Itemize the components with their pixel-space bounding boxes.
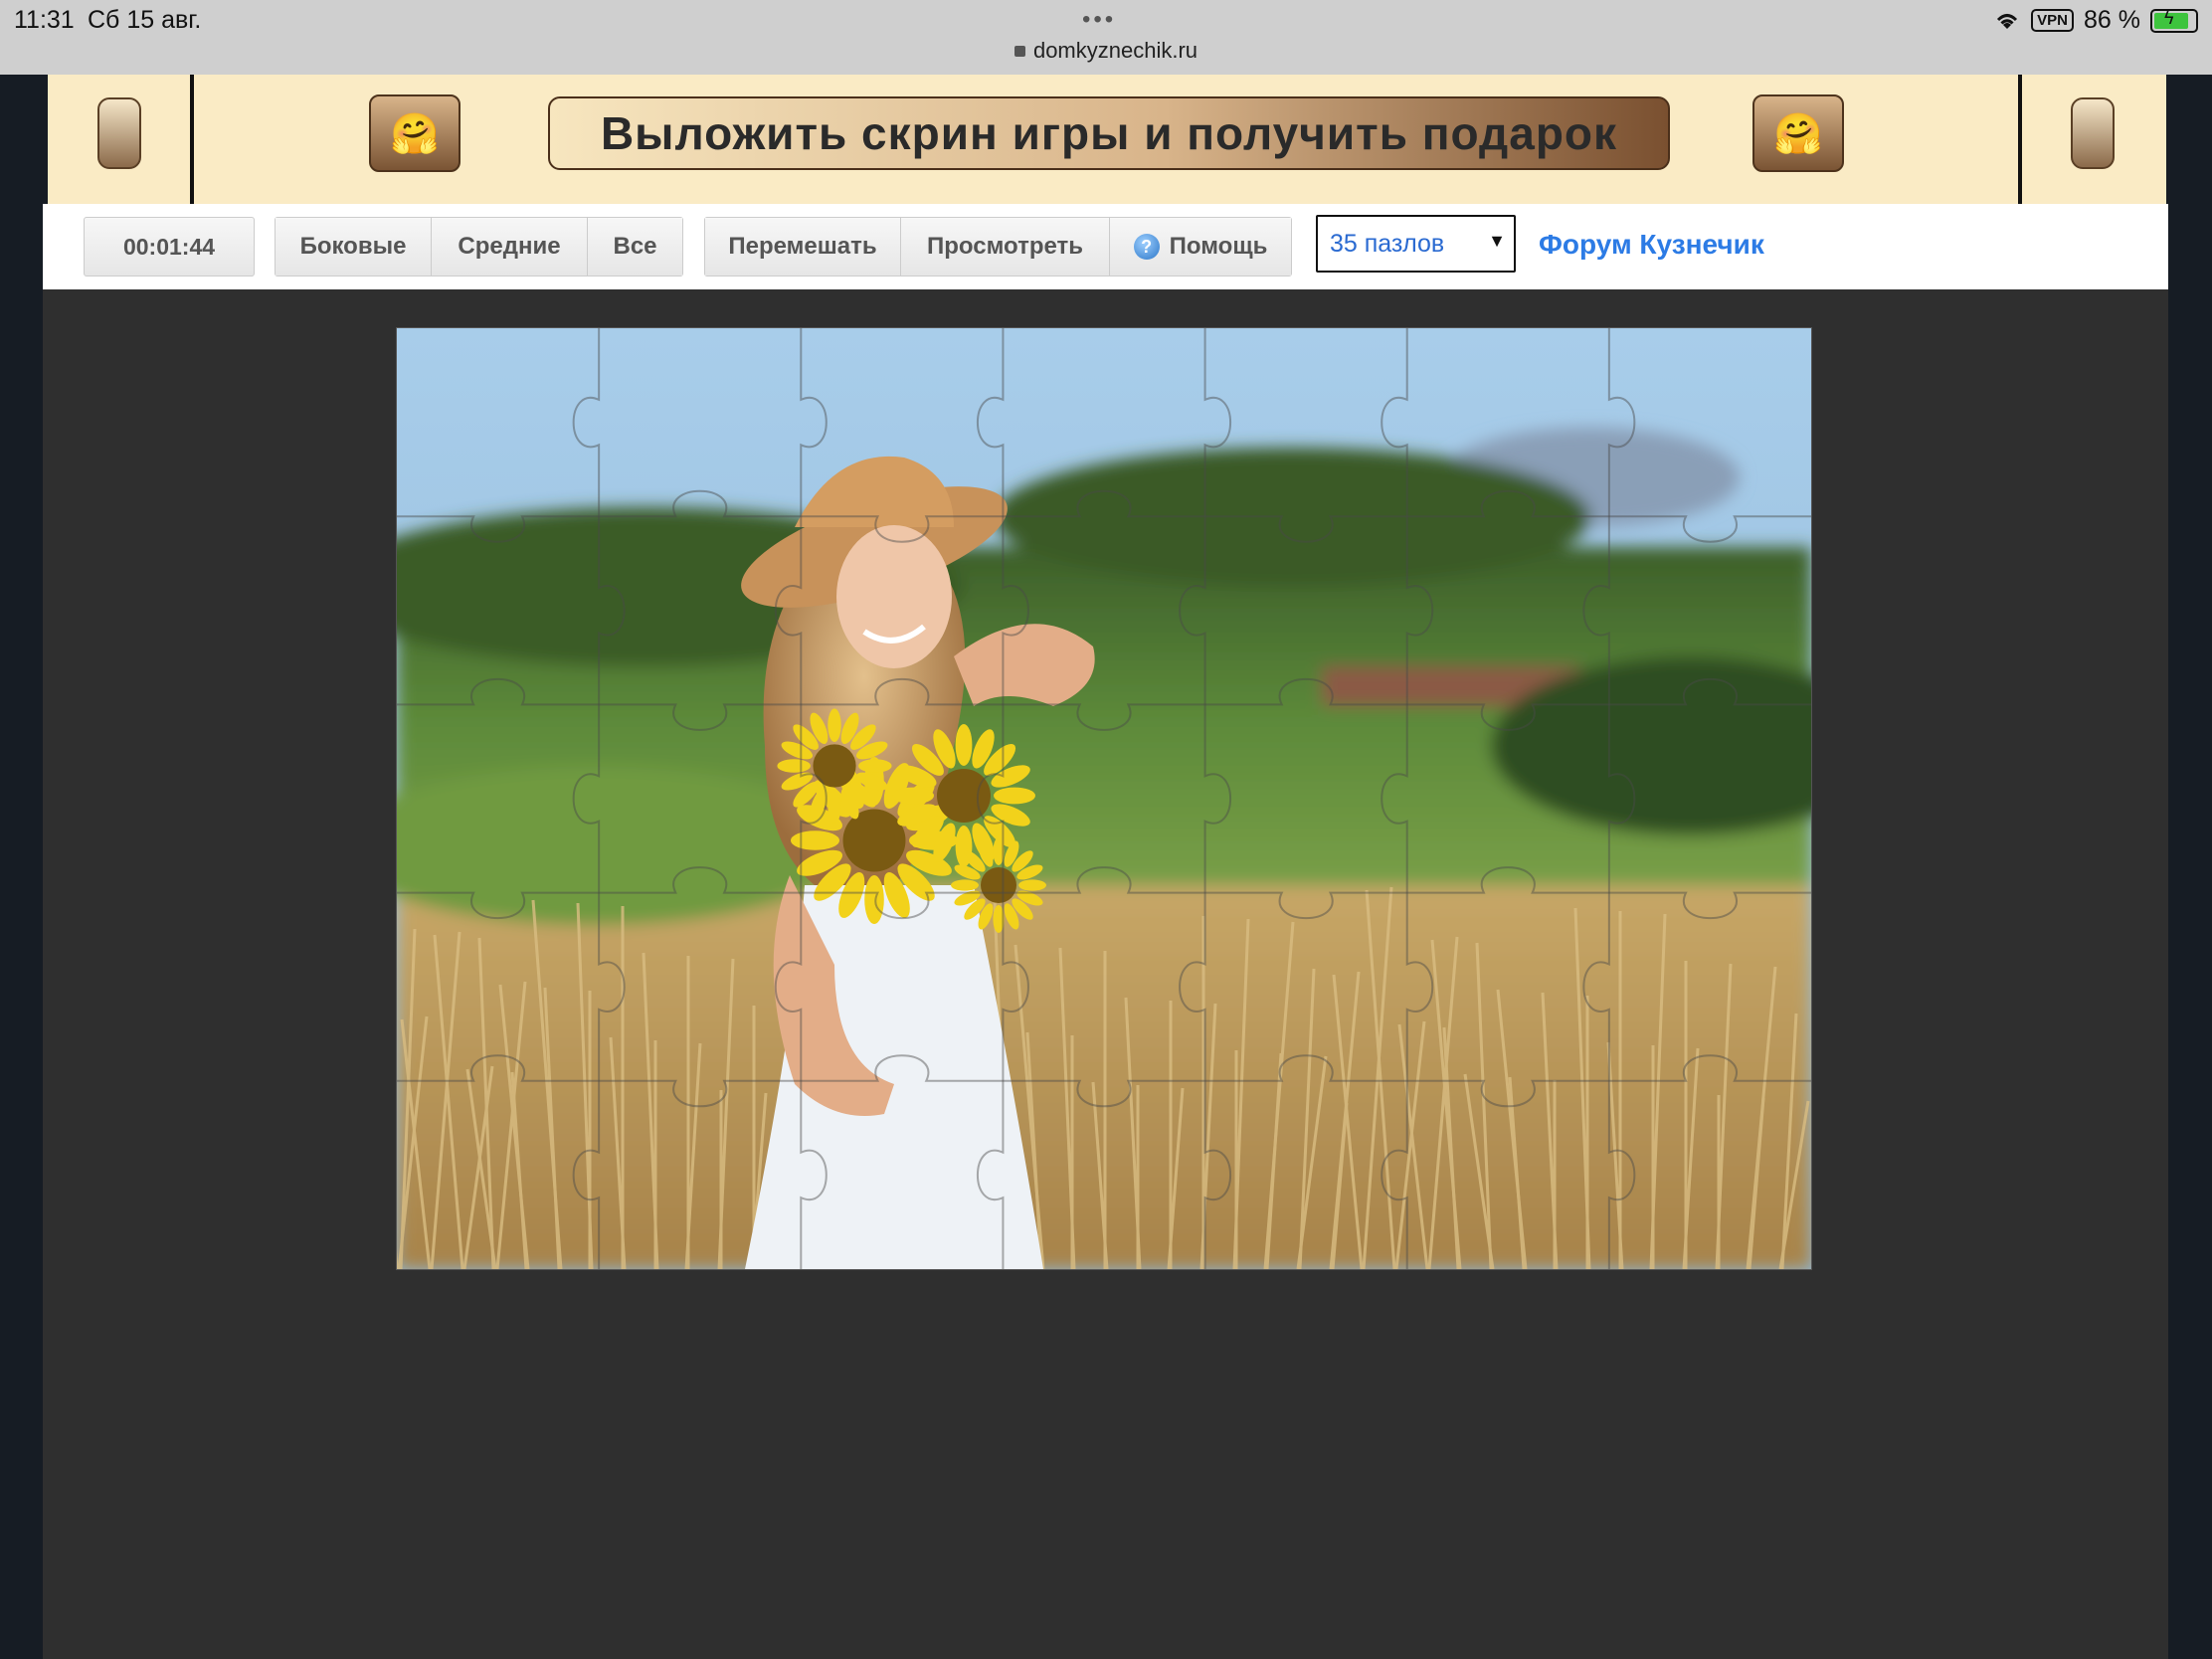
shuffle-button[interactable]: Перемешать — [705, 218, 901, 276]
help-icon: ? — [1133, 234, 1160, 260]
more-dots-icon[interactable]: ••• — [1082, 6, 1116, 34]
sunflower-petal — [994, 787, 1035, 805]
game-area — [43, 289, 2168, 1659]
all-button[interactable]: Все — [588, 218, 682, 276]
sunflower-petal — [791, 830, 839, 850]
piece-count-value: 35 пазлов — [1330, 229, 1445, 258]
hug-emoji-icon[interactable]: 🤗 — [369, 94, 461, 172]
url-text: domkyznechik.ru — [1032, 38, 1198, 63]
sunflower-petal — [892, 787, 934, 805]
sunflower-petal — [828, 790, 841, 824]
vpn-badge: VPN — [2031, 9, 2075, 32]
lock-icon — [1014, 46, 1025, 57]
ios-status-bar: 11:31 Сб 15 авг. ••• domkyznechik.ru VPN… — [0, 0, 2212, 75]
filter-button-group: Боковые Средние Все — [275, 217, 683, 276]
decorative-pill-left — [97, 97, 141, 169]
help-label: Помощь — [1169, 233, 1268, 260]
puzzle-toolbar: 00:01:44 Боковые Средние Все Перемешать … — [43, 204, 2168, 292]
banner-divider-left — [190, 75, 194, 204]
preview-button[interactable]: Просмотреть — [901, 218, 1110, 276]
forum-link[interactable]: Форум Кузнечик — [1539, 229, 1764, 261]
action-button-group: Перемешать Просмотреть ? Помощь — [704, 217, 1292, 276]
status-date: Сб 15 авг. — [88, 6, 202, 34]
timer: 00:01:44 — [84, 217, 255, 276]
sunflower-center — [937, 769, 991, 823]
sunflower-petal — [828, 708, 841, 742]
sunflower-petal — [777, 759, 811, 773]
emoji-right: 🤗 — [1773, 111, 1823, 156]
decorative-pill-right — [2071, 97, 2115, 169]
share-screenshot-button[interactable]: Выложить скрин игры и получить подарок — [548, 96, 1670, 170]
promo-banner: 🤗 Выложить скрин игры и получить подарок… — [48, 75, 2166, 204]
puzzle-board[interactable] — [396, 327, 1812, 1270]
dropdown-arrow-icon: ▼ — [1488, 231, 1506, 251]
help-button[interactable]: ? Помощь — [1110, 218, 1291, 276]
address-bar[interactable]: domkyznechik.ru — [0, 38, 2212, 64]
battery-icon: ϟ — [2150, 8, 2198, 33]
battery-percent: 86 % — [2084, 6, 2140, 34]
sunflower-petal — [1018, 879, 1046, 891]
sunflower-petal — [955, 724, 973, 766]
banner-divider-right — [2018, 75, 2022, 204]
emoji-left: 🤗 — [390, 111, 440, 156]
sunflower-center — [813, 744, 856, 788]
status-time: 11:31 — [14, 6, 75, 34]
sunflower-center — [981, 867, 1016, 903]
sunflower-petal — [858, 759, 892, 773]
piece-count-select[interactable]: 35 пазлов ▼ — [1316, 215, 1516, 273]
edges-button[interactable]: Боковые — [276, 218, 432, 276]
middle-button[interactable]: Средние — [432, 218, 588, 276]
hug-emoji-icon-right[interactable]: 🤗 — [1752, 94, 1844, 172]
sunflower-center — [842, 809, 906, 872]
puzzle-image[interactable] — [397, 328, 1811, 1269]
sunflower-petal — [864, 875, 884, 924]
wifi-icon — [1997, 13, 2018, 29]
sunflower-petal — [951, 879, 979, 891]
status-indicators: VPN 86 % ϟ — [1993, 6, 2198, 35]
